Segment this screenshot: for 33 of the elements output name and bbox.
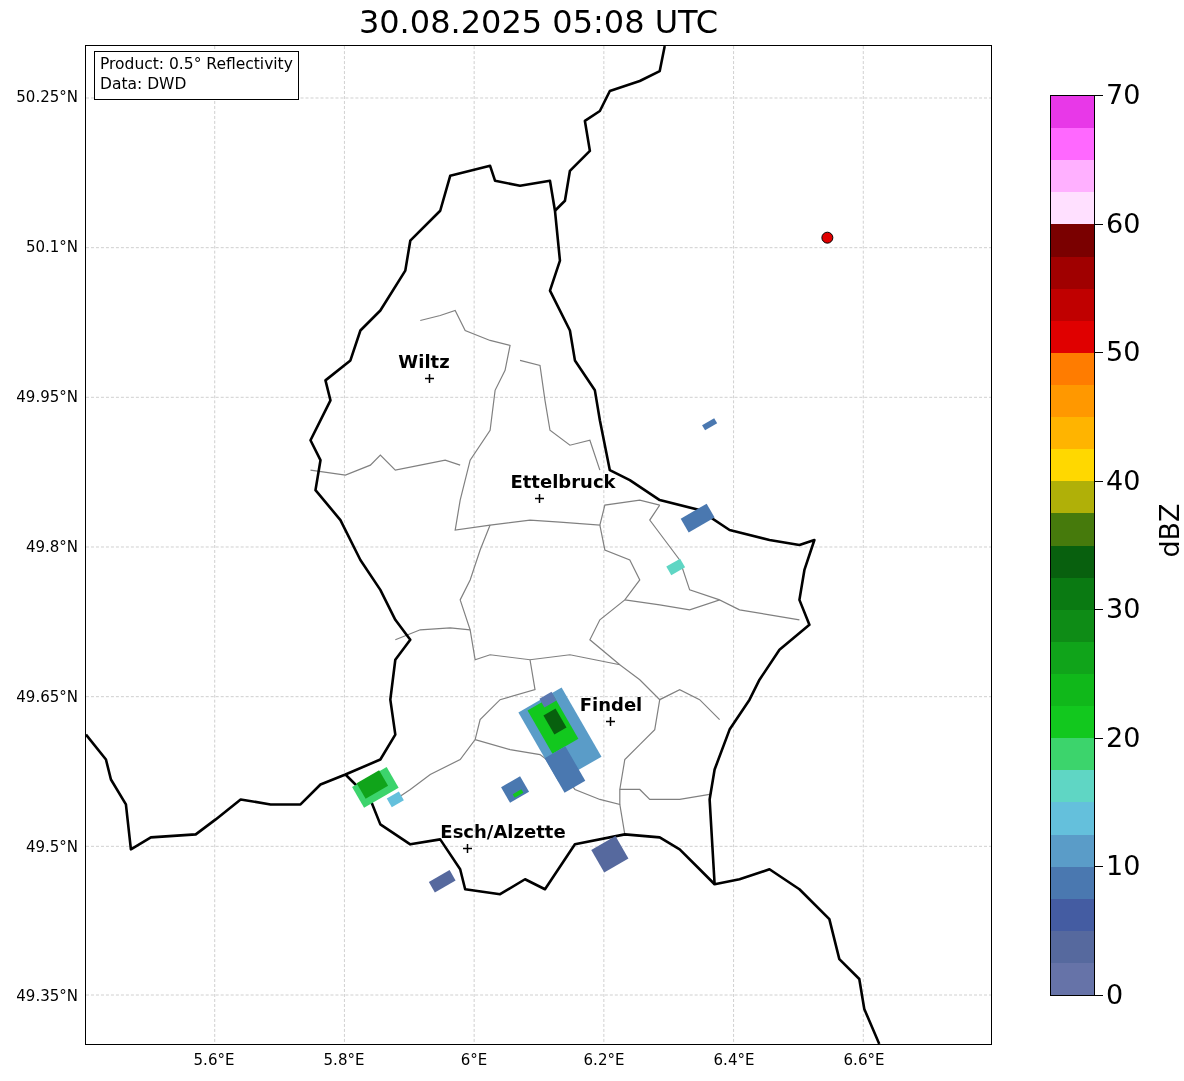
city-marker-icon — [605, 716, 615, 726]
city-marker-icon — [534, 493, 544, 503]
info-text: Data: DWD — [100, 74, 188, 94]
city-marker-icon — [462, 843, 472, 853]
axis-tick-label: 5.6°E — [193, 1051, 235, 1069]
info-text: Product: 0.5° Reflectivity — [100, 54, 293, 74]
axis-tick-label: 49.35°N — [16, 987, 78, 1005]
axis-tick-label: 5.8°E — [323, 1051, 365, 1069]
city-label: Findel — [579, 694, 643, 716]
city-marker-icon — [424, 373, 434, 383]
colorbar-tick-label: 20 — [1106, 722, 1141, 753]
colorbar-label: dBZ — [1153, 503, 1184, 558]
axis-tick-label: 50.25°N — [16, 88, 78, 106]
colorbar-tick-label: 10 — [1106, 851, 1141, 882]
axis-tick-label: 49.65°N — [16, 688, 78, 706]
colorbar-tick-label: 30 — [1106, 594, 1141, 625]
axis-tick-label: 6.2°E — [583, 1051, 625, 1069]
axis-tick-label: 49.8°N — [25, 538, 78, 556]
axis-tick-label: 50.1°N — [25, 238, 78, 256]
axis-tick-label: 6°E — [460, 1051, 488, 1069]
axis-tick-label: 6.4°E — [713, 1051, 755, 1069]
city-label: Ettelbruck — [510, 471, 616, 493]
axis-tick-label: 6.6°E — [843, 1051, 885, 1069]
colorbar-tick-label: 40 — [1106, 465, 1141, 496]
city-label: Wiltz — [398, 351, 450, 373]
colorbar-tick-label: 60 — [1106, 208, 1141, 239]
axis-tick-label: 49.5°N — [25, 838, 78, 856]
colorbar-tick-label: 50 — [1106, 337, 1141, 368]
colorbar-tick-label: 0 — [1106, 980, 1124, 1010]
axis-tick-label: 49.95°N — [16, 388, 78, 406]
chart-title: 30.08.2025 05:08 UTC — [358, 2, 719, 43]
city-label: Esch/Alzette — [440, 821, 566, 843]
colorbar-tick-label: 70 — [1106, 80, 1141, 110]
